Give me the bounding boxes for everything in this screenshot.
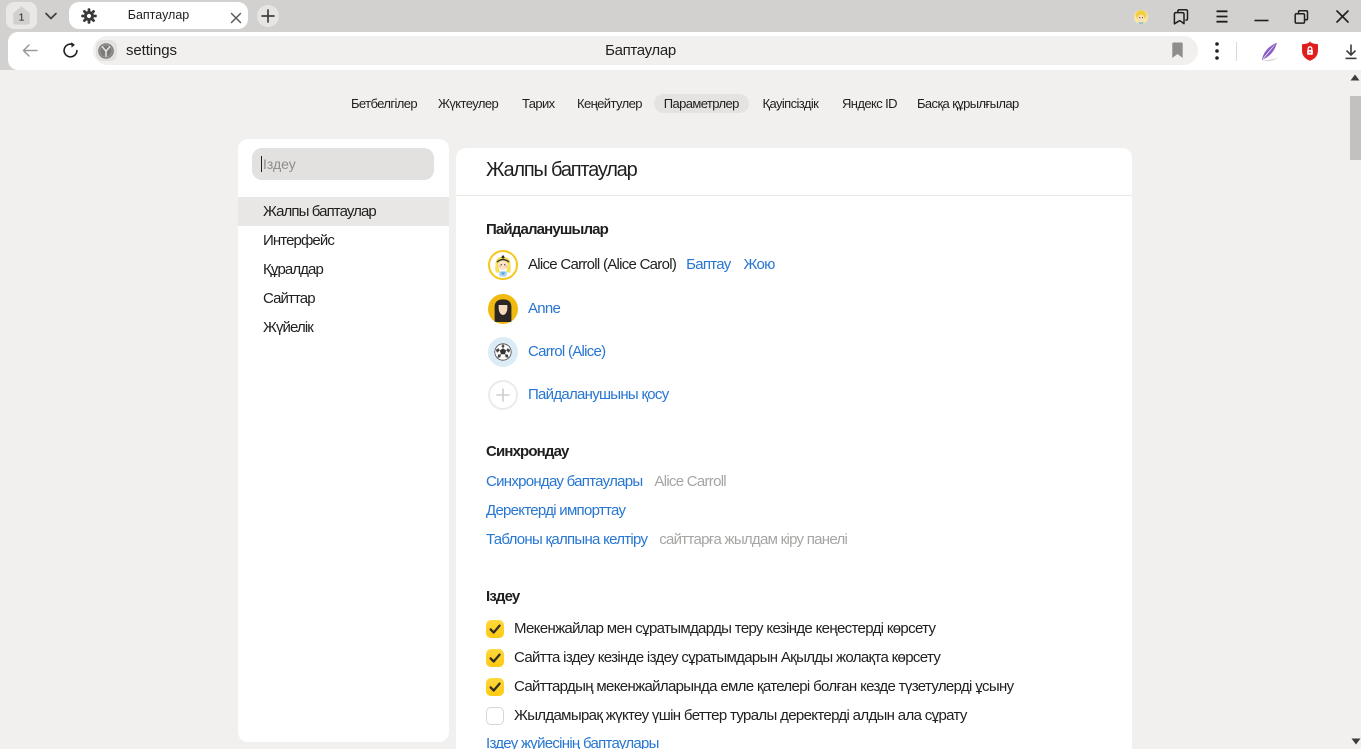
svg-text:1: 1 [19,11,25,23]
